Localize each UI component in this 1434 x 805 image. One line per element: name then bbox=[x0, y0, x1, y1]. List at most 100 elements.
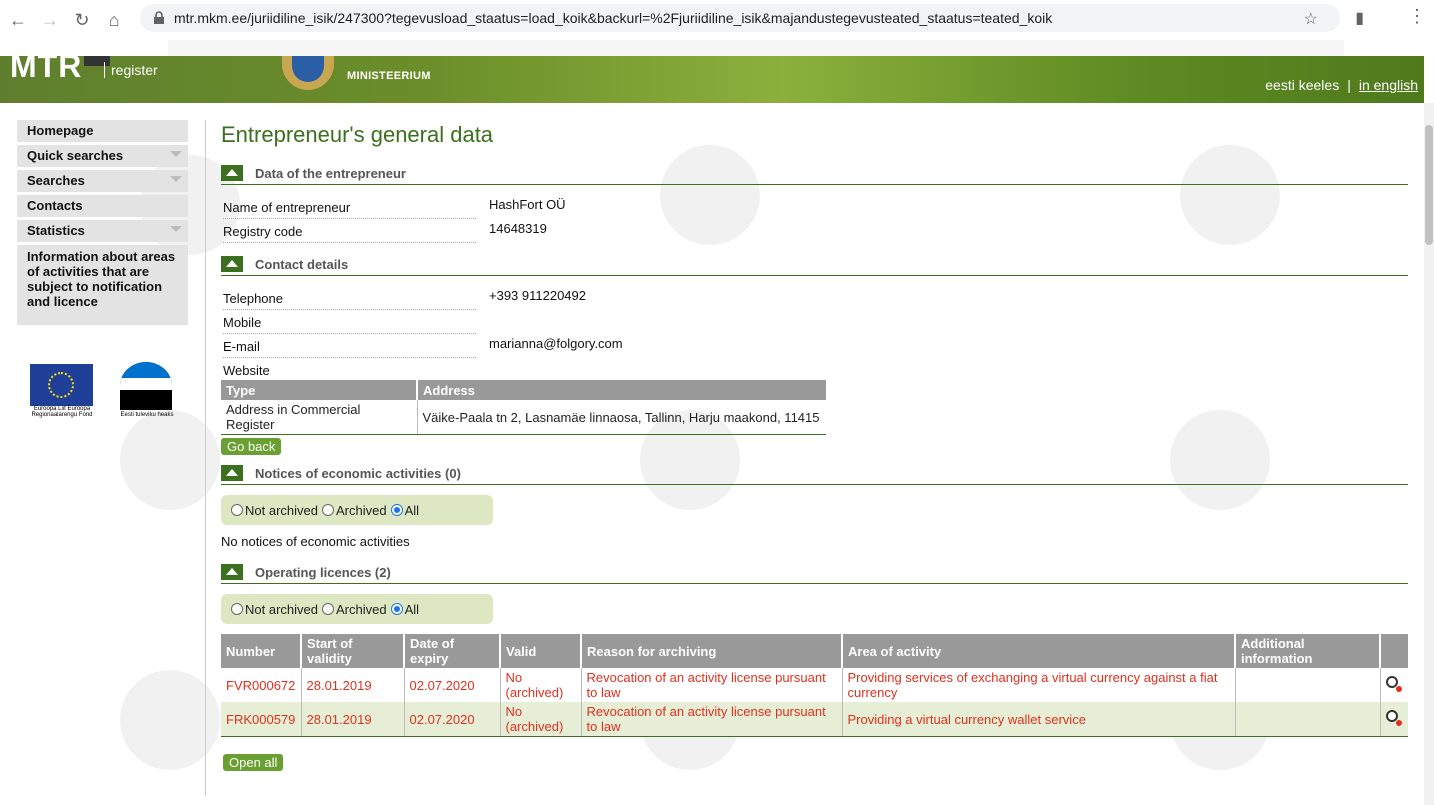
bookmark-star-icon[interactable]: ☆ bbox=[1304, 9, 1318, 29]
sidebar-item-statistics[interactable]: Statistics bbox=[17, 220, 188, 242]
field-value: 14648319 bbox=[489, 221, 547, 236]
section-title: Notices of economic activities (0) bbox=[255, 466, 461, 481]
filter-all[interactable]: All bbox=[390, 502, 420, 518]
field-email: E-mail marianna@folgory.com bbox=[221, 334, 1408, 358]
licence-number-cell[interactable]: FRK000579 bbox=[221, 702, 301, 737]
sidebar-item-homepage[interactable]: Homepage bbox=[17, 120, 188, 142]
sidebar-item-contacts[interactable]: Contacts bbox=[17, 195, 188, 217]
forward-arrow-icon[interactable]: → bbox=[36, 6, 64, 34]
radio-all[interactable] bbox=[390, 504, 403, 516]
radio-archived[interactable] bbox=[321, 603, 334, 615]
eu-fund-caption: Euroopa Liit Euroopa Regionaalarengu Fon… bbox=[31, 406, 93, 418]
column-header-number[interactable]: Number bbox=[221, 634, 301, 668]
sidebar-item-searches[interactable]: Searches bbox=[17, 170, 188, 192]
lang-separator: | bbox=[1347, 77, 1351, 93]
reload-icon[interactable]: ↻ bbox=[68, 6, 96, 34]
sidebar-item-label: Searches bbox=[27, 173, 85, 188]
scrollbar-thumb[interactable] bbox=[1425, 125, 1433, 245]
filter-archived[interactable]: Archived bbox=[321, 503, 387, 518]
licence-view-cell[interactable] bbox=[1379, 702, 1408, 737]
lens-shape bbox=[1385, 675, 1398, 688]
lock-icon[interactable] bbox=[152, 11, 166, 25]
magnifier-view-icon[interactable] bbox=[1385, 709, 1402, 726]
field-label: Mobile bbox=[223, 315, 476, 334]
collapse-toggle-icon[interactable] bbox=[221, 564, 243, 580]
menu-kebab-icon[interactable]: ⋮ bbox=[1408, 6, 1426, 27]
browser-toolbar: ← → ↻ ⌂ mtr.mkm.ee/juriidiline_isik/2473… bbox=[0, 0, 1434, 40]
site-logo[interactable]: MTR bbox=[10, 56, 82, 85]
licence-number-cell[interactable]: FVR000672 bbox=[221, 668, 301, 702]
url-text[interactable]: mtr.mkm.ee/juriidiline_isik/247300?tegev… bbox=[174, 10, 1052, 26]
field-value: marianna@folgory.com bbox=[489, 336, 623, 351]
column-header-area[interactable]: Area of activity bbox=[841, 634, 1235, 668]
sidebar-item-label: Homepage bbox=[27, 123, 94, 138]
licences-table: Number Start of validity Date of expiry … bbox=[221, 634, 1408, 737]
sidebar-item-label: Statistics bbox=[27, 223, 85, 238]
address-bar[interactable]: mtr.mkm.ee/juriidiline_isik/247300?tegev… bbox=[140, 4, 1340, 32]
collapse-toggle-icon[interactable] bbox=[221, 465, 243, 481]
licence-additional-cell bbox=[1234, 668, 1380, 702]
radio-label: Not archived bbox=[245, 601, 318, 617]
field-website: Website bbox=[221, 358, 1408, 382]
field-label: Registry code bbox=[223, 224, 476, 243]
radio-all[interactable] bbox=[390, 603, 403, 615]
lang-estonian-link[interactable]: eesti keeles bbox=[1265, 77, 1339, 93]
language-switch: eesti keeles | in english bbox=[1265, 77, 1418, 93]
table-row[interactable]: FVR000672 28.01.2019 02.07.2020 No (arch… bbox=[221, 668, 1408, 702]
column-header-actions bbox=[1379, 634, 1408, 668]
chevron-down-icon bbox=[170, 176, 182, 182]
licence-view-cell[interactable] bbox=[1379, 668, 1408, 702]
filter-not-archived[interactable]: Not archived bbox=[231, 602, 318, 617]
licence-additional-cell bbox=[1234, 702, 1380, 737]
radio-label: All bbox=[404, 502, 420, 518]
collapse-toggle-icon[interactable] bbox=[221, 165, 243, 181]
estonian-flag-logo bbox=[120, 362, 172, 410]
column-header-reason[interactable]: Reason for archiving bbox=[580, 634, 842, 668]
eu-stars-ring bbox=[48, 372, 74, 398]
sidebar-item-quick-searches[interactable]: Quick searches bbox=[17, 145, 188, 167]
go-back-button[interactable]: Go back bbox=[221, 438, 282, 455]
open-all-button[interactable]: Open all bbox=[223, 754, 284, 771]
field-mobile: Mobile bbox=[221, 310, 1408, 334]
content-divider bbox=[205, 120, 206, 796]
ministry-name: MINISTEERIUM bbox=[347, 70, 431, 82]
filter-archived[interactable]: Archived bbox=[321, 602, 387, 617]
watermark-logo bbox=[1170, 410, 1270, 510]
back-arrow-icon[interactable]: ← bbox=[4, 6, 32, 34]
lens-badge bbox=[1395, 685, 1402, 692]
licence-reason-cell: Revocation of an activity license pursua… bbox=[580, 668, 842, 702]
filter-all[interactable]: All bbox=[390, 602, 419, 617]
magnifier-view-icon[interactable] bbox=[1385, 675, 1402, 692]
bookmark-strip bbox=[168, 40, 1344, 56]
licence-start-cell: 28.01.2019 bbox=[300, 668, 404, 702]
sidebar-item-information[interactable]: Information about areas of activities th… bbox=[17, 245, 188, 325]
licence-expiry-cell: 02.07.2020 bbox=[403, 702, 500, 737]
page-scrollbar[interactable] bbox=[1424, 103, 1434, 805]
column-header-start[interactable]: Start of validity bbox=[300, 634, 404, 668]
filter-not-archived[interactable]: Not archived bbox=[231, 503, 318, 518]
extensions-puzzle-icon[interactable]: ▮ bbox=[1355, 8, 1364, 28]
licence-valid-cell: No (archived) bbox=[499, 668, 581, 702]
lens-badge bbox=[1395, 719, 1402, 726]
column-header-additional[interactable]: Additional information bbox=[1234, 634, 1380, 668]
table-row: Address in Commercial Register Väike-Paa… bbox=[221, 400, 826, 435]
column-header-expiry[interactable]: Date of expiry bbox=[403, 634, 500, 668]
notices-filter: Not archived Archived All bbox=[221, 495, 493, 525]
collapse-toggle-icon[interactable] bbox=[221, 256, 243, 272]
radio-not-archived[interactable] bbox=[231, 504, 243, 516]
sidebar-item-label: Quick searches bbox=[27, 148, 124, 163]
flag-white-stripe bbox=[120, 378, 172, 390]
licence-expiry-cell: 02.07.2020 bbox=[403, 668, 500, 702]
table-header-row: Number Start of validity Date of expiry … bbox=[221, 634, 1408, 668]
table-row[interactable]: FRK000579 28.01.2019 02.07.2020 No (arch… bbox=[221, 702, 1408, 737]
lang-english-link[interactable]: in english bbox=[1359, 77, 1418, 93]
column-header-address: Address bbox=[416, 380, 826, 400]
column-header-valid[interactable]: Valid bbox=[499, 634, 581, 668]
home-icon[interactable]: ⌂ bbox=[100, 6, 128, 34]
field-label: Telephone bbox=[223, 291, 476, 310]
estonia-future-caption: Eesti tuleviku heaks bbox=[120, 412, 174, 418]
radio-archived[interactable] bbox=[321, 504, 334, 516]
licence-valid-cell: No (archived) bbox=[499, 702, 581, 737]
radio-not-archived[interactable] bbox=[231, 603, 243, 615]
section-contact: Contact details bbox=[221, 256, 1408, 276]
